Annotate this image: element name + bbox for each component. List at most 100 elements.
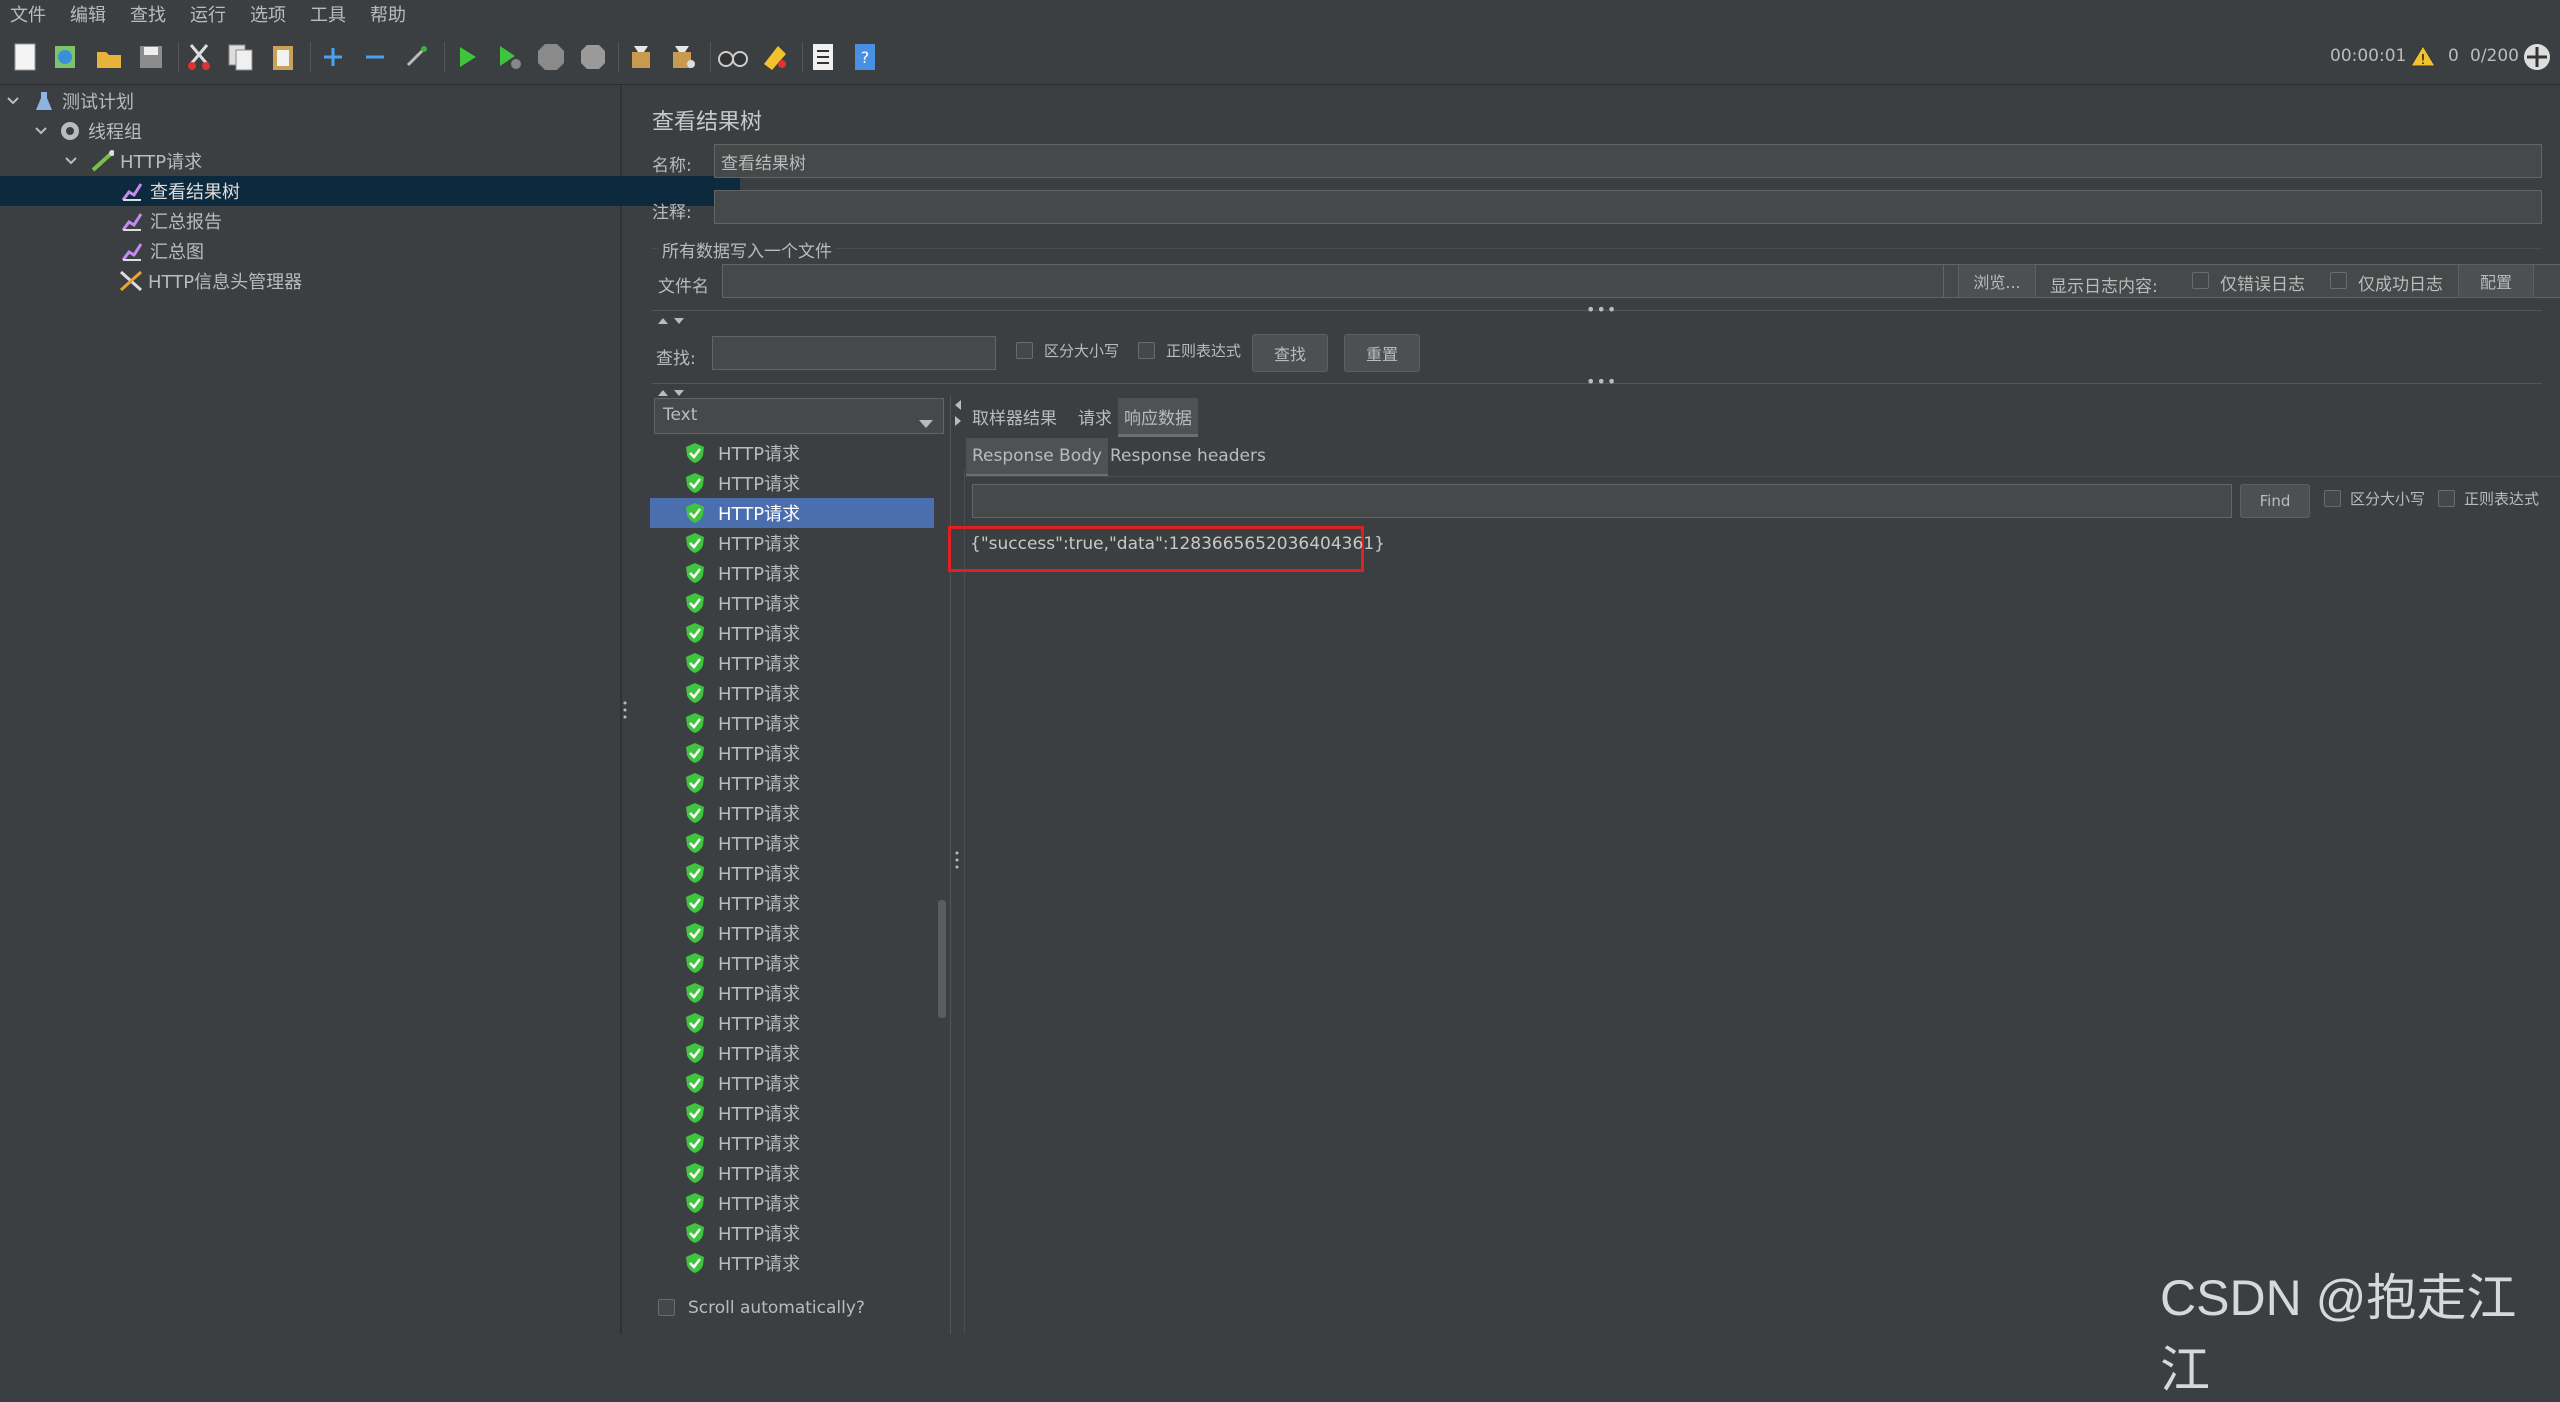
result-list-item[interactable]: HTTP请求	[650, 888, 934, 918]
start-icon[interactable]	[450, 40, 484, 74]
response-body-text[interactable]: {"success":true,"data":12836656520364043…	[970, 534, 1385, 554]
result-list-item[interactable]: HTTP请求	[650, 858, 934, 888]
tab-response-data[interactable]: 响应数据	[1118, 398, 1198, 437]
response-case-checkbox[interactable]	[2324, 490, 2341, 507]
collapse-arrows-icon[interactable]	[656, 312, 688, 332]
splitter-dots-icon[interactable]: •••	[1586, 300, 1617, 319]
tab-sampler-result[interactable]: 取样器结果	[966, 398, 1063, 434]
success-shield-icon	[684, 922, 706, 944]
result-list-item[interactable]: HTTP请求	[650, 948, 934, 978]
result-list-item[interactable]: HTTP请求	[650, 678, 934, 708]
reset-button[interactable]: 重置	[1344, 334, 1420, 372]
result-list-item-label: HTTP请求	[718, 654, 801, 675]
result-list-item[interactable]: HTTP请求	[650, 1158, 934, 1188]
menu-edit[interactable]: 编辑	[58, 0, 118, 30]
paste-icon[interactable]	[266, 40, 300, 74]
start-no-pause-icon[interactable]	[492, 40, 526, 74]
success-only-checkbox[interactable]	[2330, 272, 2347, 289]
remote-status-icon[interactable]	[2522, 42, 2552, 77]
open-icon[interactable]	[92, 40, 126, 74]
collapse-icon[interactable]	[358, 40, 392, 74]
reset-search-icon[interactable]	[758, 40, 792, 74]
name-field[interactable]: 查看结果树	[714, 144, 2542, 178]
result-list-item[interactable]: HTTP请求	[650, 798, 934, 828]
comment-field[interactable]	[714, 190, 2542, 224]
result-list-item[interactable]: HTTP请求	[650, 558, 934, 588]
search-button[interactable]: 查找	[1252, 334, 1328, 372]
clear-all-icon[interactable]	[666, 40, 700, 74]
tree-item-label: 线程组	[88, 122, 142, 143]
result-list-item[interactable]: HTTP请求	[650, 708, 934, 738]
browse-button[interactable]: 浏览...	[1958, 264, 2036, 298]
tab-request[interactable]: 请求	[1072, 398, 1118, 434]
svg-text:!: !	[2420, 53, 2425, 68]
tab-response-headers[interactable]: Response headers	[1104, 438, 1272, 474]
result-list-item[interactable]: HTTP请求	[650, 588, 934, 618]
templates-icon[interactable]	[48, 40, 82, 74]
result-list-item[interactable]: HTTP请求	[650, 1068, 934, 1098]
chevron-down-icon[interactable]	[62, 152, 80, 170]
result-list-item[interactable]: HTTP请求	[650, 1128, 934, 1158]
splitter-dots-icon[interactable]: •••	[1586, 372, 1617, 391]
result-list-item[interactable]: HTTP请求	[650, 1188, 934, 1218]
result-list-item[interactable]: HTTP请求	[650, 438, 934, 468]
chevron-down-icon[interactable]	[32, 122, 50, 140]
menu-help[interactable]: 帮助	[358, 0, 418, 30]
menu-file[interactable]: 文件	[0, 0, 58, 30]
search-icon[interactable]	[716, 40, 750, 74]
response-regex-checkbox[interactable]	[2438, 490, 2455, 507]
menu-tools[interactable]: 工具	[298, 0, 358, 30]
result-list-item[interactable]: HTTP请求	[650, 468, 934, 498]
result-list-item[interactable]: HTTP请求	[650, 1098, 934, 1128]
case-sensitive-checkbox[interactable]	[1016, 342, 1033, 359]
result-list-item[interactable]: HTTP请求	[650, 978, 934, 1008]
result-list-item[interactable]: HTTP请求	[650, 648, 934, 678]
result-list-item[interactable]: HTTP请求	[650, 1248, 934, 1278]
result-list-item[interactable]: HTTP请求	[650, 1218, 934, 1248]
expand-icon[interactable]	[316, 40, 350, 74]
result-list-item[interactable]: HTTP请求	[650, 738, 934, 768]
shutdown-icon[interactable]	[576, 40, 610, 74]
tree-splitter-handle[interactable]	[623, 700, 627, 720]
warning-icon[interactable]: !	[2410, 44, 2436, 73]
save-icon[interactable]	[134, 40, 168, 74]
tree-item-thread-group[interactable]: 线程组	[0, 116, 652, 146]
regex-checkbox[interactable]	[1138, 342, 1155, 359]
tab-response-body[interactable]: Response Body	[966, 438, 1108, 477]
errors-only-checkbox[interactable]	[2192, 272, 2209, 289]
tree-item-http-request[interactable]: HTTP请求	[0, 146, 682, 176]
result-list-item[interactable]: HTTP请求	[650, 1038, 934, 1068]
menu-run[interactable]: 运行	[178, 0, 238, 30]
splitter-dots-icon[interactable]	[955, 850, 959, 875]
result-list-scrollbar[interactable]	[938, 900, 946, 1018]
cut-icon[interactable]	[182, 40, 216, 74]
renderer-select[interactable]: Text	[654, 398, 944, 434]
result-list-item[interactable]: HTTP请求	[650, 1008, 934, 1038]
result-list-item[interactable]: HTTP请求	[650, 828, 934, 858]
result-list-item[interactable]: HTTP请求	[650, 528, 934, 558]
tree-item-test-plan[interactable]: 测试计划	[0, 86, 624, 116]
result-list-item[interactable]: HTTP请求	[650, 918, 934, 948]
new-icon[interactable]	[8, 40, 42, 74]
collapse-arrows-icon[interactable]	[954, 398, 962, 433]
result-list-item[interactable]: HTTP请求	[650, 618, 934, 648]
chevron-down-icon[interactable]	[4, 92, 22, 110]
copy-icon[interactable]	[224, 40, 258, 74]
menu-search[interactable]: 查找	[118, 0, 178, 30]
configure-button[interactable]: 配置	[2458, 264, 2534, 298]
clear-icon[interactable]	[624, 40, 658, 74]
search-field[interactable]	[712, 336, 996, 370]
success-shield-icon	[684, 802, 706, 824]
response-find-button[interactable]: Find	[2240, 484, 2310, 518]
stop-icon[interactable]	[534, 40, 568, 74]
help-icon[interactable]: ?	[848, 40, 882, 74]
menu-options[interactable]: 选项	[238, 0, 298, 30]
result-list-item[interactable]: HTTP请求	[650, 498, 934, 528]
chevron-down-icon	[919, 413, 933, 433]
result-list-item[interactable]: HTTP请求	[650, 768, 934, 798]
response-search-field[interactable]	[972, 484, 2232, 518]
scroll-auto-checkbox[interactable]	[658, 1299, 675, 1316]
toggle-icon[interactable]	[400, 40, 434, 74]
function-helper-icon[interactable]	[806, 40, 840, 74]
filename-input[interactable]	[722, 264, 1944, 298]
